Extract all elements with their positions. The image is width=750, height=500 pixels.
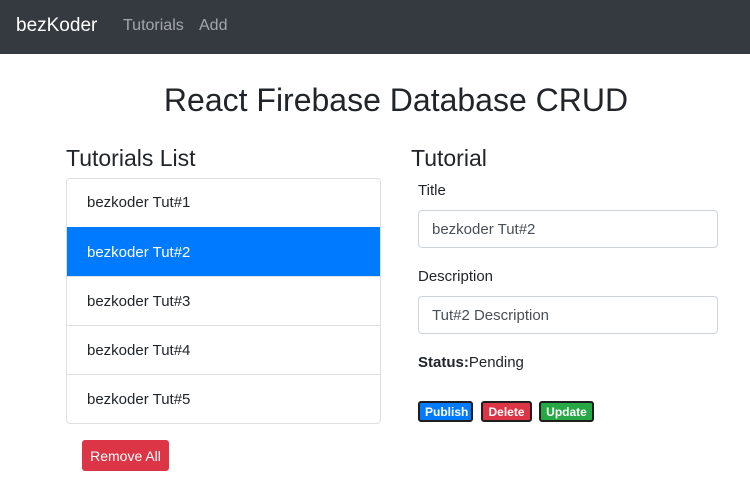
- brand-link[interactable]: bezKoder: [16, 15, 97, 37]
- tutorials-list-heading: Tutorials List: [66, 145, 196, 171]
- nav-link-tutorials[interactable]: Tutorials: [123, 17, 184, 35]
- navbar: bezKoder Tutorials Add: [0, 0, 750, 54]
- tutorials-list: bezkoder Tut#1 bezkoder Tut#2 bezkoder T…: [66, 178, 381, 424]
- status-value: Pending: [468, 354, 524, 371]
- description-label: Description: [418, 268, 494, 285]
- list-item-tutorial-5[interactable]: bezkoder Tut#5: [67, 374, 380, 423]
- delete-button[interactable]: Delete: [481, 401, 532, 422]
- page-title: React Firebase Database CRUD: [163, 82, 629, 118]
- description-input[interactable]: [418, 296, 718, 334]
- title-label: Title: [418, 182, 446, 199]
- list-item-tutorial-1[interactable]: bezkoder Tut#1: [67, 179, 380, 227]
- list-item-tutorial-4[interactable]: bezkoder Tut#4: [67, 325, 380, 374]
- status-label: Status:: [418, 354, 469, 371]
- publish-button[interactable]: Publish: [418, 401, 473, 422]
- nav-link-add[interactable]: Add: [199, 17, 227, 35]
- tutorial-detail-heading: Tutorial: [411, 145, 487, 171]
- list-item-tutorial-3[interactable]: bezkoder Tut#3: [67, 276, 380, 325]
- status-line: Status:Pending: [418, 354, 524, 371]
- title-input[interactable]: [418, 210, 718, 248]
- remove-all-button[interactable]: Remove All: [82, 440, 169, 471]
- list-item-tutorial-2[interactable]: bezkoder Tut#2: [67, 227, 380, 276]
- update-button[interactable]: Update: [539, 401, 594, 422]
